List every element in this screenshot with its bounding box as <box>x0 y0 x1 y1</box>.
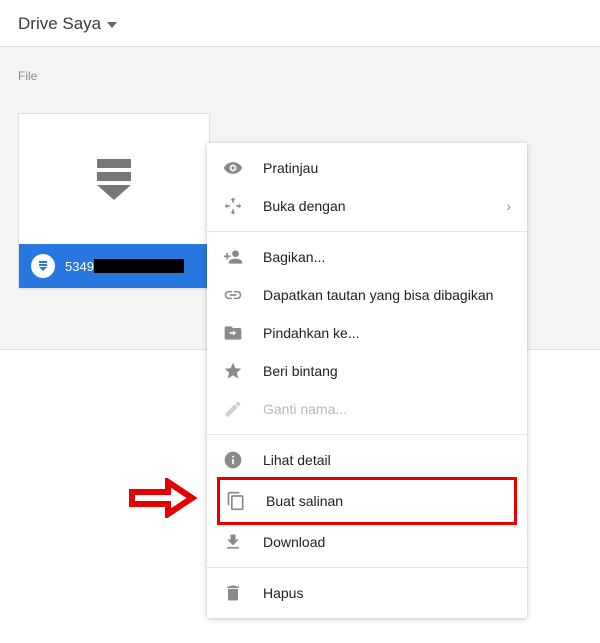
download-icon <box>223 532 243 552</box>
file-type-badge-icon <box>31 254 55 278</box>
menu-open-with[interactable]: Buka dengan › <box>207 187 527 225</box>
file-card[interactable]: 5349 <box>18 113 210 289</box>
file-name: 5349 <box>65 259 184 274</box>
open-with-icon <box>223 196 243 216</box>
annotation-highlight: Buat salinan <box>217 477 517 525</box>
menu-share[interactable]: Bagikan... <box>207 238 527 276</box>
menu-download[interactable]: Download <box>207 523 527 561</box>
info-icon <box>223 450 243 470</box>
file-footer: 5349 <box>19 244 209 288</box>
menu-star[interactable]: Beri bintang <box>207 352 527 390</box>
page-title: Drive Saya <box>18 14 101 34</box>
folder-move-icon <box>223 323 243 343</box>
person-add-icon <box>223 247 243 267</box>
eye-icon <box>223 158 243 178</box>
menu-separator <box>207 434 527 435</box>
trash-icon <box>223 583 243 603</box>
file-thumbnail <box>19 114 209 244</box>
copy-icon <box>226 491 246 511</box>
pencil-icon <box>223 399 243 419</box>
link-icon <box>223 285 243 305</box>
chevron-right-icon: › <box>506 198 511 214</box>
menu-move-to[interactable]: Pindahkan ke... <box>207 314 527 352</box>
menu-make-copy[interactable]: Buat salinan <box>220 482 514 520</box>
menu-delete[interactable]: Hapus <box>207 574 527 612</box>
star-icon <box>223 361 243 381</box>
menu-rename: Ganti nama... <box>207 390 527 428</box>
section-label: File <box>18 69 582 83</box>
binary-file-icon <box>97 159 131 200</box>
menu-separator <box>207 231 527 232</box>
chevron-down-icon <box>107 15 117 33</box>
annotation-arrow-icon <box>128 478 198 523</box>
menu-preview[interactable]: Pratinjau <box>207 149 527 187</box>
menu-separator <box>207 567 527 568</box>
context-menu: Pratinjau Buka dengan › Bagikan... Dapat… <box>207 143 527 618</box>
breadcrumb-current[interactable]: Drive Saya <box>18 14 582 34</box>
menu-details[interactable]: Lihat detail <box>207 441 527 479</box>
menu-get-link[interactable]: Dapatkan tautan yang bisa dibagikan <box>207 276 527 314</box>
